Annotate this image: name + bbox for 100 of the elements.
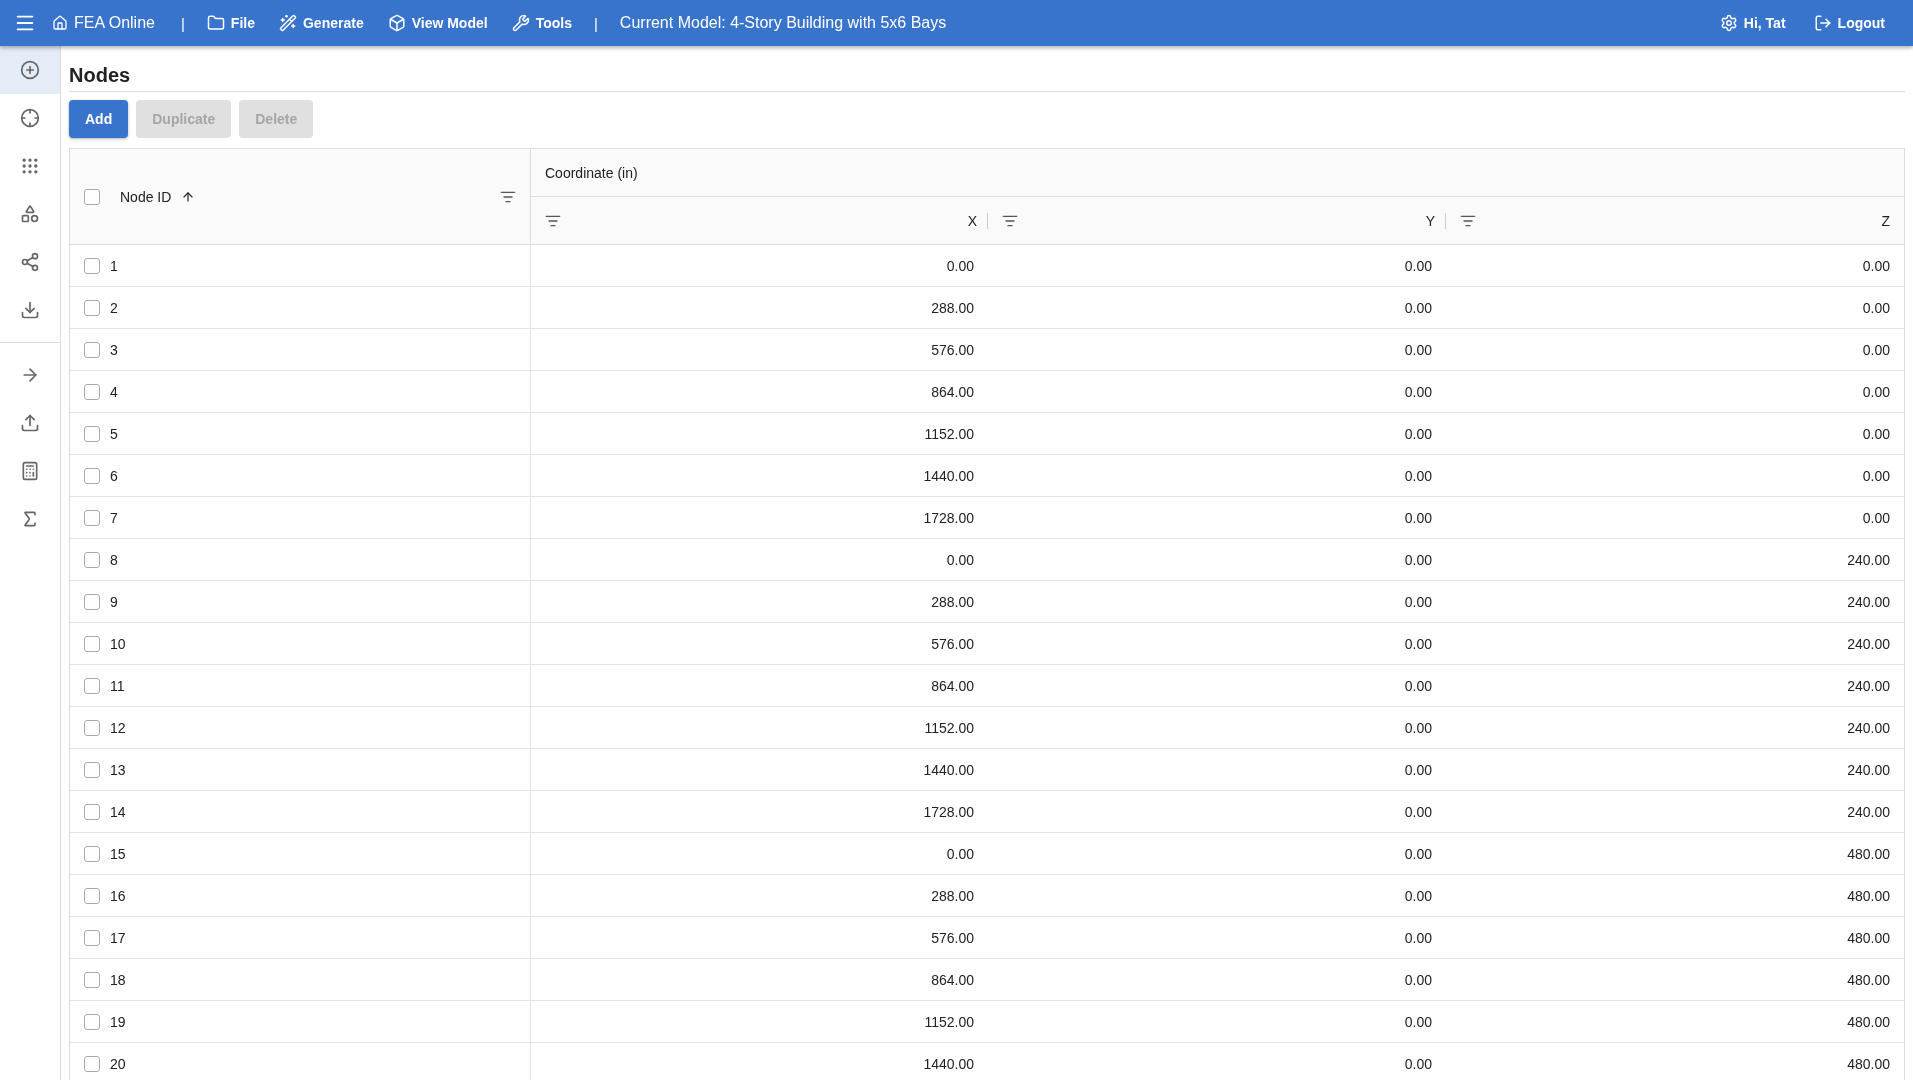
checkbox[interactable] <box>84 1013 100 1030</box>
table-cell: 1728.00 <box>530 497 988 539</box>
table-cell: 0.00 <box>988 245 1446 287</box>
checkbox[interactable] <box>84 551 100 568</box>
table-cell: 480.00 <box>1446 1043 1904 1080</box>
table-cell: 0.00 <box>530 539 988 581</box>
checkbox[interactable] <box>84 383 100 400</box>
gear-icon <box>1719 14 1738 32</box>
checkbox[interactable] <box>84 1055 100 1072</box>
checkbox[interactable] <box>84 509 100 526</box>
sidebar-item[interactable] <box>0 46 60 94</box>
table-cell: 480.00 <box>1446 875 1904 917</box>
node-id-text: 5 <box>110 425 118 442</box>
checkbox[interactable] <box>84 929 100 946</box>
table-cell: 480.00 <box>1446 833 1904 875</box>
share-nodes-icon <box>20 252 40 272</box>
table-cell: 0.00 <box>988 455 1446 497</box>
table-cell: 576.00 <box>530 623 988 665</box>
table-cell: 864.00 <box>530 665 988 707</box>
upload-icon <box>20 413 40 433</box>
checkbox[interactable] <box>84 719 100 736</box>
menu-button[interactable]: Generate <box>266 14 376 32</box>
checkbox[interactable] <box>84 635 100 652</box>
node-id-text: 7 <box>110 509 118 526</box>
node-id-text: 14 <box>110 803 126 820</box>
cube-icon <box>387 14 406 32</box>
checkbox[interactable] <box>84 761 100 778</box>
node-id-text: 1 <box>110 257 118 274</box>
node-id-text: 12 <box>110 719 126 736</box>
table-cell: 0.00 <box>988 917 1446 959</box>
table-cell: 0.00 <box>530 245 988 287</box>
separator-text: | <box>593 14 598 32</box>
node-id-text: 11 <box>110 677 125 694</box>
table-cell: 480.00 <box>1446 1001 1904 1043</box>
table-cell: 1152.00 <box>530 1001 988 1043</box>
checkbox[interactable] <box>84 971 100 988</box>
table-cell: 0.00 <box>988 539 1446 581</box>
table-cell: 240.00 <box>1446 623 1904 665</box>
table-cell: 288.00 <box>530 875 988 917</box>
table-cell: 0.00 <box>1446 287 1904 329</box>
checkbox[interactable] <box>84 677 100 694</box>
table-cell: 240.00 <box>1446 581 1904 623</box>
node-id-text: 2 <box>110 299 118 316</box>
node-id-text: 15 <box>110 845 126 862</box>
table-cell: 0.00 <box>1446 371 1904 413</box>
table-cell: 0.00 <box>988 707 1446 749</box>
table-cell: 0.00 <box>988 329 1446 371</box>
table-cell: 480.00 <box>1446 917 1904 959</box>
node-id-text: 3 <box>110 341 118 358</box>
table-cell: 0.00 <box>988 833 1446 875</box>
column-header[interactable]: Y <box>1425 212 1435 229</box>
table-cell: 0.00 <box>1446 455 1904 497</box>
table-cell: 480.00 <box>1446 959 1904 1001</box>
node-id-text: 18 <box>110 971 126 988</box>
magic-wand-icon <box>278 14 297 32</box>
checkbox[interactable] <box>84 887 100 904</box>
checkbox[interactable] <box>84 803 100 820</box>
checkbox[interactable] <box>84 467 100 484</box>
table-cell: 1440.00 <box>530 749 988 791</box>
table-cell: 0.00 <box>988 875 1446 917</box>
toolbar-button[interactable]: Add <box>69 100 129 138</box>
menu-button[interactable]: File <box>194 14 267 32</box>
page-title: Nodes <box>69 54 1905 92</box>
menu-button[interactable]: View Model <box>375 14 500 32</box>
table-cell: 0.00 <box>1446 329 1904 371</box>
checkbox[interactable] <box>84 425 100 442</box>
download-icon <box>20 300 40 320</box>
table-cell: 0.00 <box>988 665 1446 707</box>
user-button[interactable]: Hi, Tat <box>1705 14 1800 32</box>
checkbox[interactable] <box>84 341 100 358</box>
folder-icon <box>206 14 225 32</box>
column-header[interactable]: Node ID <box>120 188 172 205</box>
column-header[interactable]: Z <box>1881 212 1890 229</box>
table-cell: 0.00 <box>988 623 1446 665</box>
node-id-text: 13 <box>110 761 126 778</box>
table-cell: 0.00 <box>988 749 1446 791</box>
logout-button[interactable]: Logout <box>1799 14 1899 32</box>
checkbox[interactable] <box>84 593 100 610</box>
table-cell: 0.00 <box>988 1001 1446 1043</box>
table-cell: 0.00 <box>988 959 1446 1001</box>
menu-button[interactable]: Tools <box>499 14 584 32</box>
sort-arrow-icon[interactable] <box>181 189 196 204</box>
dot-grid-icon <box>20 156 40 176</box>
node-id-text: 10 <box>110 635 126 652</box>
add-circle-icon <box>20 60 40 80</box>
table-cell: 240.00 <box>1446 539 1904 581</box>
table-cell: 0.00 <box>1446 245 1904 287</box>
table-cell: 0.00 <box>988 791 1446 833</box>
shapes-icon <box>20 204 40 224</box>
table-cell: 0.00 <box>1446 497 1904 539</box>
home-link[interactable]: FEA Online <box>36 14 171 32</box>
table-cell: 1440.00 <box>530 1043 988 1080</box>
table-cell: 1152.00 <box>530 707 988 749</box>
checkbox[interactable] <box>84 188 100 205</box>
checkbox[interactable] <box>84 299 100 316</box>
checkbox[interactable] <box>84 845 100 862</box>
node-id-text: 17 <box>110 929 126 946</box>
checkbox[interactable] <box>84 257 100 274</box>
column-header[interactable]: X <box>967 212 977 229</box>
node-id-text: 16 <box>110 887 126 904</box>
